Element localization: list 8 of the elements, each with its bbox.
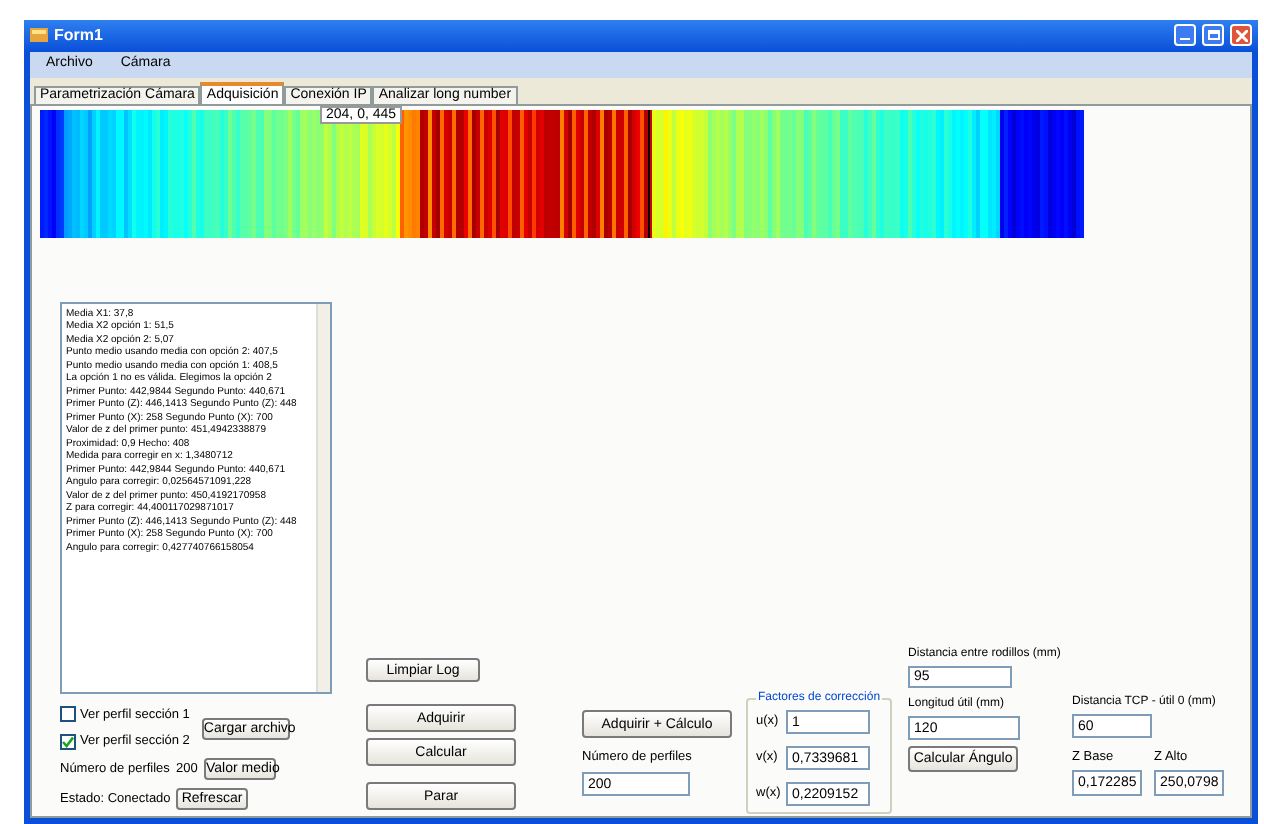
close-button[interactable] (1230, 24, 1252, 47)
window-title: Form1 (54, 23, 103, 48)
checkbox[interactable] (60, 706, 76, 723)
maximize-button[interactable] (1202, 24, 1224, 47)
checkbox[interactable] (60, 734, 76, 751)
log-box[interactable] (60, 301, 332, 693)
minimize-button[interactable] (1174, 24, 1196, 47)
app-icon (30, 26, 48, 45)
